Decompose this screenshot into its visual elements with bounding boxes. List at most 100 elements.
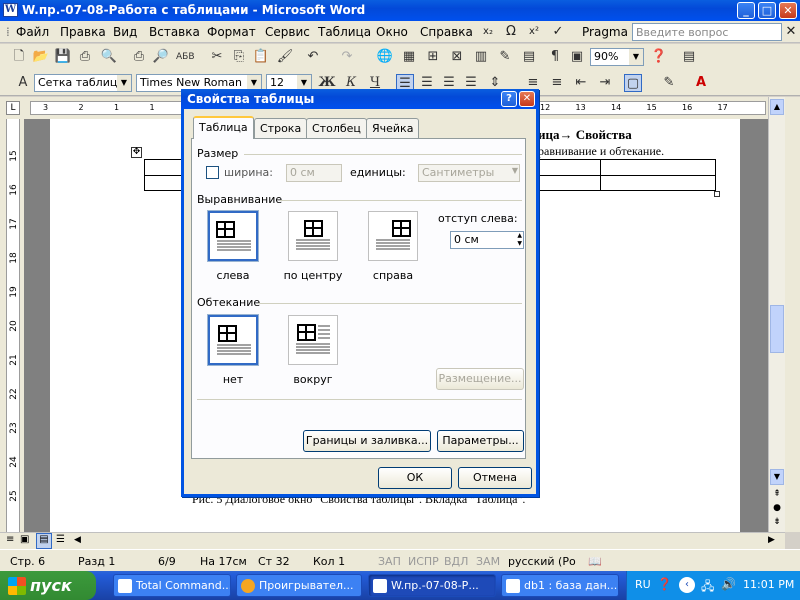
insert-excel-icon[interactable]: ⊠ [448,48,466,66]
placement-button[interactable]: Размещение... [436,368,524,390]
scroll-right-icon[interactable]: ▶ [768,535,775,545]
vertical-scrollbar[interactable]: ▲ ▼ ⇞ ● ⇟ [768,97,785,532]
cancel-button[interactable]: Отмена [458,467,532,489]
menu-table[interactable]: Таблица [318,25,371,39]
web-view-icon[interactable]: ▣ [20,534,29,545]
spinner-icon[interactable]: ▲ ▼ [517,232,522,248]
help-tray-icon[interactable]: ❓ [657,577,672,591]
wrap-none-option[interactable] [207,314,259,366]
help-button[interactable]: ? [501,91,517,107]
expand-tray-icon[interactable]: ‹ [679,577,695,593]
decrease-indent-icon[interactable]: ⇤ [572,74,590,92]
browse-object-icon[interactable]: ● [770,503,784,517]
clock[interactable]: 11:01 PM [743,578,794,591]
redo-icon[interactable]: ↷ [338,48,356,66]
style-combo[interactable]: Сетка таблицы ▼ [34,74,132,92]
read-icon[interactable]: ▣ [568,48,586,66]
outline-icon[interactable]: ▤ [680,48,698,66]
sigma-icon[interactable]: ✓ [550,24,566,40]
increase-indent-icon[interactable]: ⇥ [596,74,614,92]
drawing-icon[interactable]: ✎ [496,48,514,66]
menu-insert[interactable]: Вставка [149,25,200,39]
menu-file[interactable]: Файл [16,25,49,39]
normal-view-icon[interactable]: ≡ [6,534,14,545]
horizontal-scrollbar[interactable]: ≡ ▣ ▤ ☰ ◀ ▶ [0,532,785,549]
open-icon[interactable]: 📂 [32,48,50,66]
bullets-icon[interactable]: ≡ [548,74,566,92]
undo-icon[interactable]: ↶ [304,48,322,66]
borders-shading-button[interactable]: Границы и заливка... [303,430,431,452]
tab-selector-icon[interactable]: L [6,101,20,115]
cut-icon[interactable]: ✂ [208,48,226,66]
format-painter-icon[interactable]: 🖌 [276,48,294,66]
close-button[interactable]: ✕ [779,2,797,19]
units-select[interactable]: Сантиметры ▼ [418,164,520,182]
word-app-icon[interactable]: W [3,3,18,17]
network-icon[interactable]: 🖧 [701,577,714,598]
chevron-down-icon[interactable]: ▼ [629,49,643,65]
ask-question-input[interactable]: Введите вопрос [632,23,782,41]
status-rec[interactable]: ЗАП [378,555,401,568]
document-map-icon[interactable]: ▤ [520,48,538,66]
status-ext[interactable]: ВДЛ [444,555,468,568]
wrap-around-option[interactable] [288,315,338,365]
dialog-close-button[interactable]: ✕ [519,91,535,107]
align-center-option[interactable] [288,211,338,261]
tab-row[interactable]: Строка [254,118,308,138]
new-icon[interactable]: 🗋 [10,48,28,66]
menu-view[interactable]: Вид [113,25,137,39]
tab-cell[interactable]: Ячейка [366,118,420,138]
language-indicator[interactable]: RU [635,578,651,591]
menu-window[interactable]: Окно [376,25,408,39]
chevron-down-icon[interactable]: ▼ [117,75,131,91]
indent-input[interactable]: 0 см ▲ ▼ [450,231,524,249]
align-right-option[interactable] [368,211,418,261]
next-page-icon[interactable]: ⇟ [770,517,784,531]
width-checkbox[interactable] [206,166,219,179]
menu-pragma[interactable]: Pragma [582,25,628,39]
menu-tools[interactable]: Сервис [265,25,310,39]
help-icon[interactable]: ❓ [650,48,668,66]
styles-icon[interactable]: A [14,74,32,92]
volume-icon[interactable]: 🔊 [721,577,736,591]
highlight-icon[interactable]: ✎ [660,74,678,92]
menu-help[interactable]: Справка [420,25,473,39]
print-preview-icon[interactable]: 🔍 [100,48,118,66]
copy-icon[interactable]: ⎘ [230,48,248,66]
print-layout-icon[interactable]: ▤ [36,533,52,549]
subscript-icon[interactable]: x₂ [480,24,496,40]
task-media-player[interactable]: Проигрывател... [236,574,362,597]
scroll-left-icon[interactable]: ◀ [74,535,81,545]
print-icon[interactable]: ⎙ [130,48,148,66]
borders-icon[interactable]: ▢ [624,74,642,92]
table-move-handle-icon[interactable]: ✥ [131,147,142,158]
maximize-button[interactable]: □ [758,2,776,19]
spelling-icon[interactable]: АБВ [176,48,195,66]
status-trk[interactable]: ИСПР [408,555,439,568]
font-color-icon[interactable]: A [692,74,710,92]
width-input[interactable]: 0 см [286,164,342,182]
scroll-thumb[interactable] [770,305,784,353]
status-ovr[interactable]: ЗАМ [476,555,500,568]
tab-column[interactable]: Столбец [306,118,367,138]
hyperlink-icon[interactable]: 🌐 [376,48,394,66]
scroll-down-icon[interactable]: ▼ [770,469,784,485]
options-button[interactable]: Параметры... [437,430,524,452]
ok-button[interactable]: ОК [378,467,452,489]
menu-edit[interactable]: Правка [60,25,106,39]
task-access[interactable]: db1 : база дан... [501,574,619,597]
menu-format[interactable]: Формат [207,25,256,39]
align-left-option[interactable] [207,210,259,262]
save-icon[interactable]: 💾 [54,48,72,66]
tab-table[interactable]: Таблица [193,116,254,139]
table-resize-handle[interactable] [714,191,720,197]
scroll-up-icon[interactable]: ▲ [770,99,784,115]
outline-view-icon[interactable]: ☰ [56,534,65,545]
tables-borders-icon[interactable]: ▦ [400,48,418,66]
columns-icon[interactable]: ▥ [472,48,490,66]
task-total-commander[interactable]: Total Command... [113,574,231,597]
show-hide-icon[interactable]: ¶ [546,48,564,66]
zoom-combo[interactable]: 90% ▼ [590,48,644,66]
close-doc-icon[interactable]: ✕ [783,24,799,40]
permission-icon[interactable]: ⎙ [76,48,94,66]
